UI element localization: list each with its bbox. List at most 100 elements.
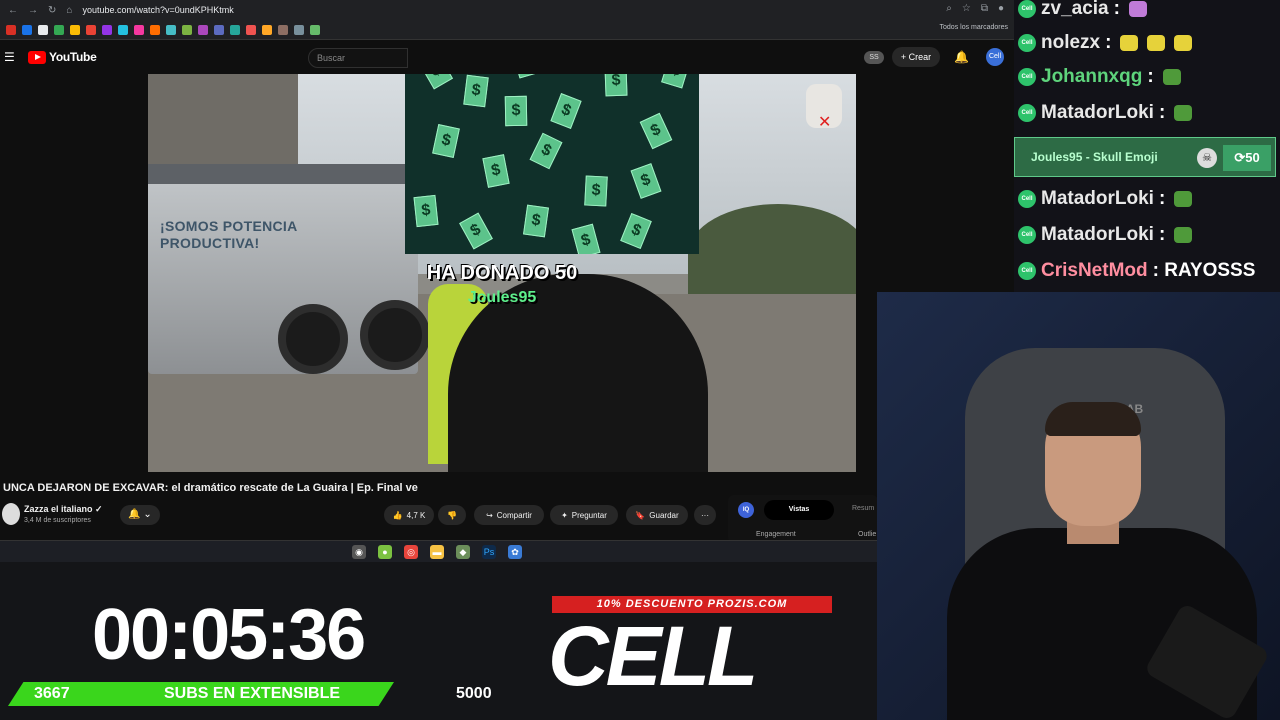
subs-goal-label: SUBS EN EXTENSIBLE — [164, 685, 341, 702]
subscribe-bell-button[interactable]: 🔔 ⌄ — [120, 505, 160, 525]
extensions-icon[interactable]: ⧉ — [981, 3, 988, 14]
bookmark-favicon-icon[interactable] — [198, 24, 208, 35]
youtube-logo-text: YouTube — [49, 50, 97, 64]
bookmark-favicon-icon[interactable] — [278, 24, 288, 35]
taskbar-chrome-icon[interactable]: ◎ — [404, 544, 418, 559]
ss-badge[interactable]: SS — [864, 51, 884, 64]
dislike-button[interactable]: 👎 — [438, 505, 466, 525]
taskbar-photoshop-icon[interactable]: Ps — [482, 544, 496, 559]
bookmark-star-icon[interactable]: ☆ — [962, 3, 971, 14]
chat-emote-icon — [1147, 35, 1166, 51]
donation-alert-user: Joules95 — [467, 289, 537, 306]
bookmarks-folder[interactable]: Todos los marcadores — [940, 24, 1008, 31]
chat-username[interactable]: zv_acia — [1041, 0, 1109, 20]
like-button[interactable]: 👍 4,7 K — [384, 505, 434, 525]
bookmark-favicon-icon[interactable] — [310, 24, 320, 35]
back-icon[interactable]: ← — [8, 5, 18, 16]
taskbar-app2-icon[interactable]: ✿ — [508, 544, 522, 559]
money-bill-icon: $ — [413, 194, 439, 228]
browser-window: ← → ↻ ⌂ youtube.com/watch?v=0undKPHKtmk … — [0, 0, 1014, 562]
channel-avatar[interactable] — [2, 503, 20, 525]
bookmark-favicon-icon[interactable] — [54, 24, 64, 35]
tab-resumen[interactable]: Resum — [852, 505, 874, 512]
more-actions-button[interactable]: ··· — [694, 505, 716, 525]
chat-message: Cell MatadorLoki: — [1018, 184, 1193, 214]
save-button[interactable]: 🔖 Guardar — [626, 505, 688, 525]
money-bill-icon: $ — [620, 212, 652, 250]
chat-emote-icon — [1128, 1, 1147, 17]
account-avatar[interactable]: Cell — [986, 48, 1004, 66]
truck-stripe — [148, 164, 418, 184]
bookmark-favicon-icon[interactable] — [182, 24, 192, 35]
bookmark-favicon-icon[interactable] — [214, 24, 224, 35]
bookmark-favicon-icon[interactable] — [22, 24, 32, 35]
subs-goal-current: 3667 — [34, 685, 70, 702]
reload-icon[interactable]: ↻ — [48, 5, 56, 16]
share-button[interactable]: ↪ Compartir — [474, 505, 544, 525]
chat-username[interactable]: Johannxqg — [1041, 66, 1142, 88]
donation-name: Joules95 - Skull Emoji — [1031, 150, 1158, 164]
chat-username[interactable]: MatadorLoki — [1041, 188, 1154, 210]
youtube-logo[interactable]: YouTube — [28, 50, 97, 64]
bookmark-favicon-icon[interactable] — [166, 24, 176, 35]
subathon-timer: 00:05:36 — [92, 595, 366, 675]
forward-icon[interactable]: → — [28, 5, 38, 16]
bookmark-favicon-icon[interactable] — [150, 24, 160, 35]
share-icon: ↪ — [486, 510, 493, 520]
money-bill-icon: $ — [463, 74, 489, 108]
money-bill-icon: $ — [639, 112, 673, 150]
chat-emote-icon — [1162, 69, 1181, 85]
video-watermark-avatar — [806, 84, 842, 132]
truck-wheel — [278, 304, 348, 374]
address-bar[interactable]: ← → ↻ ⌂ youtube.com/watch?v=0undKPHKtmk … — [0, 0, 1014, 20]
taskbar-folder-icon[interactable]: ▬ — [430, 544, 444, 559]
bookmark-favicon-icon[interactable] — [86, 24, 96, 35]
url-text[interactable]: youtube.com/watch?v=0undKPHKtmk — [82, 5, 233, 15]
tab-vistas[interactable]: Vistas — [764, 500, 834, 520]
skull-emoji-icon: ☠ — [1197, 148, 1217, 168]
youtube-play-icon — [28, 50, 46, 64]
streamer-hair — [1045, 402, 1141, 436]
chat-text: : — [1158, 224, 1166, 245]
outlier-label: Outlie — [858, 531, 877, 538]
bookmark-favicon-icon[interactable] — [102, 24, 112, 35]
like-count: 4,7 K — [406, 510, 426, 520]
chat-username[interactable]: CrisNetMod — [1041, 260, 1148, 282]
zoom-icon[interactable]: ⌕ — [946, 3, 952, 14]
notifications-bell-icon[interactable]: 🔔 — [954, 50, 969, 64]
chat-username[interactable]: MatadorLoki — [1041, 224, 1154, 246]
taskbar-minecraft-icon[interactable]: ◆ — [456, 544, 470, 559]
search-input[interactable]: Buscar — [308, 48, 408, 68]
bookmark-favicon-icon[interactable] — [246, 24, 256, 35]
bookmark-favicon-icon[interactable] — [134, 24, 144, 35]
bookmark-favicon-icon[interactable] — [6, 24, 16, 35]
money-bill-icon: $ — [432, 124, 460, 158]
money-bill-icon: $ — [523, 204, 549, 238]
bookmark-favicon-icon[interactable] — [294, 24, 304, 35]
menu-icon[interactable]: ☰ — [4, 50, 15, 64]
bookmark-favicon-icon[interactable] — [118, 24, 128, 35]
chat-emote-icon — [1174, 191, 1193, 207]
money-bill-icon: $ — [504, 95, 528, 127]
bookmark-favicon-icon[interactable] — [70, 24, 80, 35]
bookmark-favicon-icon[interactable] — [38, 24, 48, 35]
home-icon[interactable]: ⌂ — [66, 5, 72, 16]
create-button[interactable]: + Crear — [892, 47, 940, 67]
channel-name[interactable]: Zazza el italiano ✓ — [24, 504, 103, 515]
chat-username[interactable]: nolezx — [1041, 32, 1100, 54]
video-player[interactable]: ¡SOMOS POTENCIA PRODUCTIVA! $ $ $ $ $ $ $ $ $ $ $ $… — [148, 74, 856, 472]
chat-text: : — [1147, 66, 1154, 87]
subscriber-badge-icon: Cell — [1018, 0, 1036, 18]
ask-button[interactable]: ✦ Preguntar — [550, 505, 618, 525]
profile-icon[interactable]: ● — [998, 3, 1004, 14]
donation-animation: $$$$$$$$$$$$$$$$$$ — [405, 74, 699, 254]
chat-text: : RAYOSSS — [1152, 260, 1256, 281]
insights-icon[interactable]: IQ — [738, 502, 754, 518]
taskbar-app-icon[interactable]: ● — [378, 544, 392, 559]
subscriber-badge-icon: Cell — [1018, 190, 1036, 208]
taskbar-obs-icon[interactable]: ◉ — [352, 544, 366, 559]
chat-username[interactable]: MatadorLoki — [1041, 102, 1154, 124]
truck-text: ¡SOMOS POTENCIA PRODUCTIVA! — [160, 218, 297, 251]
bookmark-favicon-icon[interactable] — [262, 24, 272, 35]
bookmark-favicon-icon[interactable] — [230, 24, 240, 35]
